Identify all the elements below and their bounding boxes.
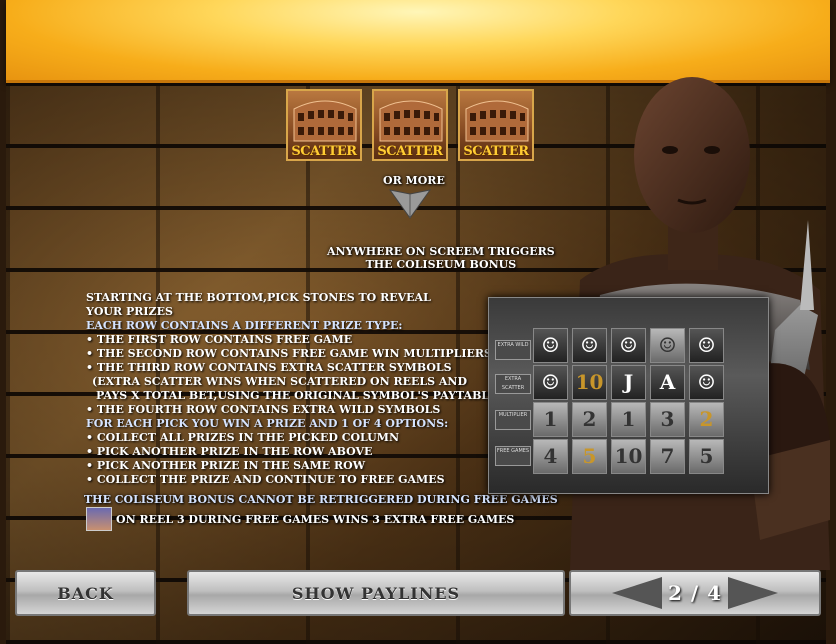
trigger-line1: ANYWHERE ON SCREEM TRIGGERS xyxy=(327,245,555,258)
grid-cell: 4 xyxy=(533,439,568,474)
scatter-symbol: SCATTER xyxy=(286,89,362,161)
rule-row3-note: (EXTRA SCATTER WINS WHEN SCATTERED ON RE… xyxy=(92,375,468,388)
grid-cell: ☺ xyxy=(650,328,685,363)
coliseum-icon xyxy=(379,100,443,142)
grid-cell: 10 xyxy=(611,439,646,474)
coliseum-icon xyxy=(465,100,529,142)
grid-cell: ☺ xyxy=(689,365,724,400)
grid-cell: 2 xyxy=(572,402,607,437)
grid-cell: 2 xyxy=(689,402,724,437)
grid-cell: 1 xyxy=(611,402,646,437)
grid-cell: ☺ xyxy=(572,328,607,363)
scatter-symbols: SCATTER SCATTER SCATTER xyxy=(286,89,534,161)
grid-cell: J xyxy=(611,365,646,400)
grid-cell: 5 xyxy=(572,439,607,474)
rows-heading: EACH ROW CONTAINS A DIFFERENT PRIZE TYPE… xyxy=(86,319,403,332)
row-label-wild: EXTRA WILD xyxy=(495,340,531,360)
grid-cell: 10 xyxy=(572,365,607,400)
rule-row2: • THE SECOND ROW CONTAINS FREE GAME WIN … xyxy=(86,347,492,360)
grid-cell: ☺ xyxy=(533,365,568,400)
down-arrow-icon xyxy=(388,189,432,219)
options-heading: FOR EACH PICK YOU WIN A PRIZE AND 1 OF 4… xyxy=(86,417,449,430)
rule-row4: • THE FOURTH ROW CONTAINS EXTRA WILD SYM… xyxy=(86,403,441,416)
rules-intro2: YOUR PRIZES xyxy=(86,305,173,318)
grid-cell: 1 xyxy=(533,402,568,437)
scatter-label: SCATTER xyxy=(291,144,357,159)
grid-cell: ☺ xyxy=(533,328,568,363)
rule-row1: • THE FIRST ROW CONTAINS FREE GAME xyxy=(86,333,353,346)
show-paylines-button[interactable]: SHOW PAYLINES xyxy=(187,570,565,616)
scatter-symbol: SCATTER xyxy=(372,89,448,161)
grid-cell: A xyxy=(650,365,685,400)
scatter-label: SCATTER xyxy=(377,144,443,159)
gladiator-symbol-icon xyxy=(86,507,112,531)
prev-page-arrow-icon[interactable] xyxy=(611,577,662,609)
bonus-grid-preview: EXTRA WILD EXTRA SCATTER MULTIPLIER FREE… xyxy=(488,297,769,494)
option-2: • PICK ANOTHER PRIZE IN THE ROW ABOVE xyxy=(86,445,373,458)
coliseum-icon xyxy=(293,100,357,142)
grid-cell: ☺ xyxy=(611,328,646,363)
page-indicator: 2 / 4 xyxy=(667,581,723,605)
page-navigator: 2 / 4 xyxy=(569,570,821,616)
row-label-scatter: EXTRA SCATTER xyxy=(495,374,531,394)
row-label-multiplier: MULTIPLIER xyxy=(495,410,531,430)
back-button[interactable]: BACK xyxy=(15,570,156,616)
rule-row3: • THE THIRD ROW CONTAINS EXTRA SCATTER S… xyxy=(86,361,452,374)
option-1: • COLLECT ALL PRIZES IN THE PICKED COLUM… xyxy=(86,431,400,444)
rule-row3-note2: PAYS X TOTAL BET,USING THE ORIGINAL SYMB… xyxy=(96,389,503,402)
grid-cell: ☺ xyxy=(689,328,724,363)
row-label-free-games: FREE GAMES xyxy=(495,446,531,466)
trigger-text: ANYWHERE ON SCREEM TRIGGERS THE COLISEUM… xyxy=(327,245,555,271)
reel3-note: ON REEL 3 DURING FREE GAMES WINS 3 EXTRA… xyxy=(86,507,514,531)
retrigger-note: THE COLISEUM BONUS CANNOT BE RETRIGGERED… xyxy=(84,493,558,506)
scatter-symbol: SCATTER xyxy=(458,89,534,161)
next-page-arrow-icon[interactable] xyxy=(728,577,779,609)
option-4: • COLLECT THE PRIZE AND CONTINUE TO FREE… xyxy=(86,473,445,486)
option-3: • PICK ANOTHER PRIZE IN THE SAME ROW xyxy=(86,459,366,472)
scatter-label: SCATTER xyxy=(463,144,529,159)
grid-cell: 3 xyxy=(650,402,685,437)
grid-cell: 5 xyxy=(689,439,724,474)
rules-intro1: STARTING AT THE BOTTOM,PICK STONES TO RE… xyxy=(86,291,431,304)
trigger-line2: THE COLISEUM BONUS xyxy=(365,258,517,271)
bonus-rules: STARTING AT THE BOTTOM,PICK STONES TO RE… xyxy=(86,291,503,487)
reel3-text: ON REEL 3 DURING FREE GAMES WINS 3 EXTRA… xyxy=(116,512,515,526)
grid-cell: 7 xyxy=(650,439,685,474)
